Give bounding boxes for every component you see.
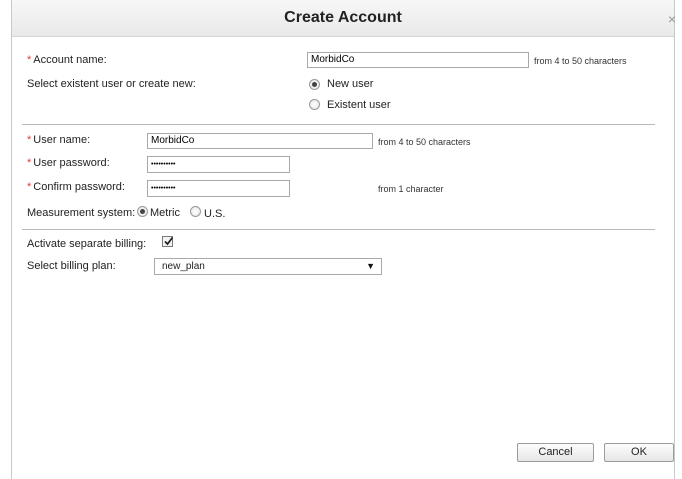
dialog-title: Create Account	[284, 9, 402, 26]
measurement-system-label: Measurement system:	[27, 207, 136, 219]
user-name-input[interactable]: MorbidCo	[147, 133, 373, 149]
account-name-label: * Account name:	[27, 54, 107, 66]
us-radio[interactable]	[190, 206, 201, 217]
existent-user-label[interactable]: Existent user	[327, 99, 391, 111]
checkmark-icon	[164, 236, 174, 246]
dropdown-arrow-icon: ▼	[366, 261, 375, 271]
create-account-dialog: Create Account × * Account name: MorbidCo…	[11, 0, 676, 479]
required-marker: *	[27, 181, 32, 193]
section-divider	[22, 124, 655, 125]
confirm-password-hint: from 1 character	[378, 184, 444, 194]
billing-plan-select[interactable]: new_plan ▼	[154, 258, 382, 275]
activate-billing-label: Activate separate billing:	[27, 238, 147, 250]
metric-label[interactable]: Metric	[150, 207, 180, 219]
ok-button[interactable]: OK	[604, 443, 674, 462]
user-name-hint: from 4 to 50 characters	[378, 137, 471, 147]
close-icon[interactable]: ×	[665, 12, 679, 26]
new-user-radio[interactable]	[309, 79, 320, 90]
cancel-button[interactable]: Cancel	[517, 443, 594, 462]
user-name-label: * User name:	[27, 134, 91, 146]
billing-plan-value: new_plan	[162, 261, 205, 272]
confirm-password-input[interactable]: ••••••••••	[147, 180, 290, 197]
us-label[interactable]: U.S.	[204, 208, 225, 220]
section-divider	[22, 229, 655, 230]
confirm-password-label: * Confirm password:	[27, 181, 125, 193]
select-user-label: Select existent user or create new:	[27, 78, 196, 90]
required-marker: *	[27, 54, 32, 66]
account-name-hint: from 4 to 50 characters	[534, 56, 627, 66]
user-password-input[interactable]: ••••••••••	[147, 156, 290, 173]
metric-radio[interactable]	[137, 206, 148, 217]
activate-billing-checkbox[interactable]	[162, 236, 174, 247]
required-marker: *	[27, 157, 32, 169]
billing-plan-label: Select billing plan:	[27, 260, 116, 272]
dialog-titlebar: Create Account ×	[12, 0, 676, 37]
user-password-label: * User password:	[27, 157, 110, 169]
required-marker: *	[27, 134, 32, 146]
new-user-label[interactable]: New user	[327, 78, 373, 90]
account-name-input[interactable]: MorbidCo	[307, 52, 529, 68]
existent-user-radio[interactable]	[309, 99, 320, 110]
